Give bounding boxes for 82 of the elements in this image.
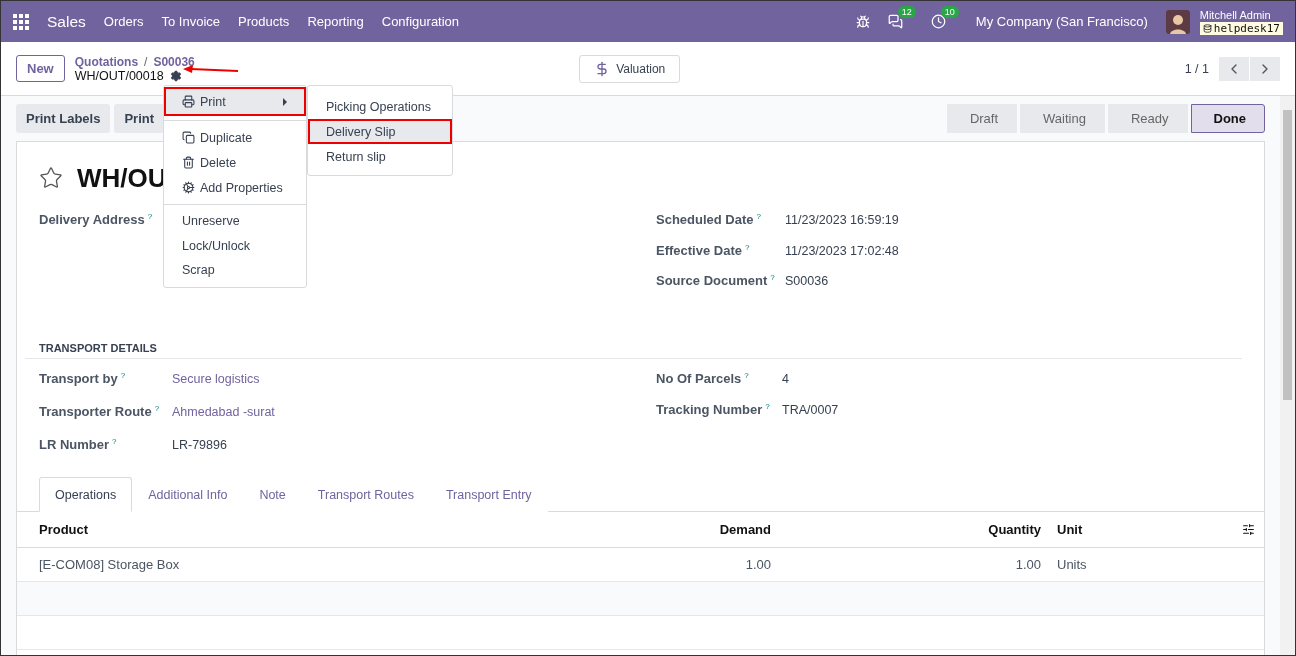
record-title: WH/OU: [77, 162, 167, 194]
field-value: TRA/0007: [782, 403, 839, 418]
field-label: Transporter Route: [39, 404, 152, 420]
help-mark[interactable]: ?: [770, 273, 775, 282]
help-mark[interactable]: ?: [745, 242, 750, 252]
field-label: Delivery Address: [39, 212, 145, 228]
field-label: Effective Date: [656, 242, 742, 258]
help-mark[interactable]: ?: [744, 371, 749, 380]
gears-icon: [182, 181, 195, 194]
menu-item[interactable]: Picking Operations: [308, 94, 452, 119]
field-label: Transport by: [39, 371, 118, 387]
apps-grid-icon[interactable]: [13, 13, 29, 30]
star-icon[interactable]: [39, 166, 63, 190]
trash-icon: [182, 156, 195, 169]
copy-icon: [182, 131, 195, 144]
menu-item[interactable]: Add Properties: [164, 175, 306, 200]
user-name[interactable]: Mitchell Admin: [1199, 8, 1283, 22]
status-stage[interactable]: Draft: [946, 104, 1018, 133]
clock-icon[interactable]: [930, 14, 946, 29]
field-link[interactable]: Secure logistics: [172, 372, 260, 387]
record-name: WH/OUT/00018: [74, 68, 164, 83]
help-mark[interactable]: ?: [154, 404, 160, 413]
section-heading: TRANSPORT DETAILS: [25, 342, 1242, 359]
scrollbar-thumb[interactable]: [1283, 110, 1292, 400]
settings-icon[interactable]: [169, 69, 182, 82]
valuation-button[interactable]: Valuation: [579, 54, 681, 83]
status-stage[interactable]: Waiting: [1020, 104, 1105, 133]
new-button[interactable]: New: [16, 55, 65, 82]
avatar-icon[interactable]: [1165, 9, 1190, 34]
field-value: 11/23/2023 16:59:19: [785, 213, 899, 228]
help-mark[interactable]: ?: [765, 402, 770, 411]
column-settings-icon[interactable]: [1242, 523, 1255, 536]
menu-item[interactable]: Return slip: [308, 144, 452, 169]
menu-item[interactable]: Unreserve: [164, 209, 306, 234]
breadcrumb-link[interactable]: Quotations: [74, 54, 139, 69]
menu-item[interactable]: Delete: [164, 150, 306, 175]
count-badge: 10: [940, 6, 959, 18]
column-header[interactable]: Demand: [417, 512, 779, 548]
menu-item[interactable]: Duplicate: [164, 125, 306, 150]
database-name: helpdesk17: [1199, 21, 1283, 35]
count-badge: 12: [897, 6, 916, 18]
help-mark[interactable]: ?: [756, 212, 761, 221]
menu-item[interactable]: Print: [164, 87, 306, 116]
help-mark[interactable]: ?: [147, 212, 153, 221]
column-header[interactable]: Unit: [1049, 512, 1234, 548]
status-stage[interactable]: Ready: [1107, 104, 1188, 133]
printer-icon: [182, 95, 195, 108]
nav-menu-item[interactable]: Reporting: [307, 14, 364, 29]
field-label: Source Document: [656, 273, 768, 289]
app-name[interactable]: Sales: [47, 12, 86, 31]
breadcrumb-link[interactable]: S00036: [153, 54, 195, 69]
field-label: LR Number: [39, 437, 110, 453]
help-mark[interactable]: ?: [120, 371, 126, 380]
bug-icon[interactable]: [855, 14, 870, 29]
nav-menu-item[interactable]: Orders: [103, 14, 144, 29]
field-value: S00036: [785, 274, 829, 289]
company-switcher[interactable]: My Company (San Francisco): [975, 14, 1148, 29]
nav-menu-item[interactable]: Products: [238, 14, 290, 29]
column-header[interactable]: Quantity: [779, 512, 1049, 548]
column-header[interactable]: Product: [17, 512, 417, 548]
menu-item[interactable]: Lock/Unlock: [164, 233, 306, 258]
nav-menu-item[interactable]: Configuration: [381, 14, 460, 29]
nav-menu-item[interactable]: To Invoice: [161, 14, 221, 29]
messages-icon[interactable]: [887, 14, 903, 29]
field-value: 11/23/2023 17:02:48: [785, 243, 899, 258]
menu-item[interactable]: Delivery Slip: [308, 119, 452, 144]
field-label: No Of Parcels: [656, 371, 742, 387]
status-stage[interactable]: Done: [1190, 104, 1265, 133]
breadcrumb-separator: /: [144, 54, 148, 69]
field-value: LR-79896: [172, 438, 227, 453]
pager-value: 1 / 1: [1184, 61, 1209, 76]
field-label: Scheduled Date: [656, 212, 754, 228]
menu-item[interactable]: Scrap: [164, 258, 306, 283]
database-icon: [1202, 23, 1212, 33]
caret-icon: [282, 97, 288, 106]
form-tab[interactable]: Operations: [39, 477, 133, 512]
field-link[interactable]: Ahmedabad -surat: [172, 405, 275, 420]
field-label: Tracking Number: [656, 402, 763, 418]
field-value: 4: [782, 372, 789, 387]
action-button[interactable]: Print: [114, 104, 165, 133]
help-mark[interactable]: ?: [112, 437, 117, 446]
action-button[interactable]: Print Labels: [16, 104, 111, 133]
